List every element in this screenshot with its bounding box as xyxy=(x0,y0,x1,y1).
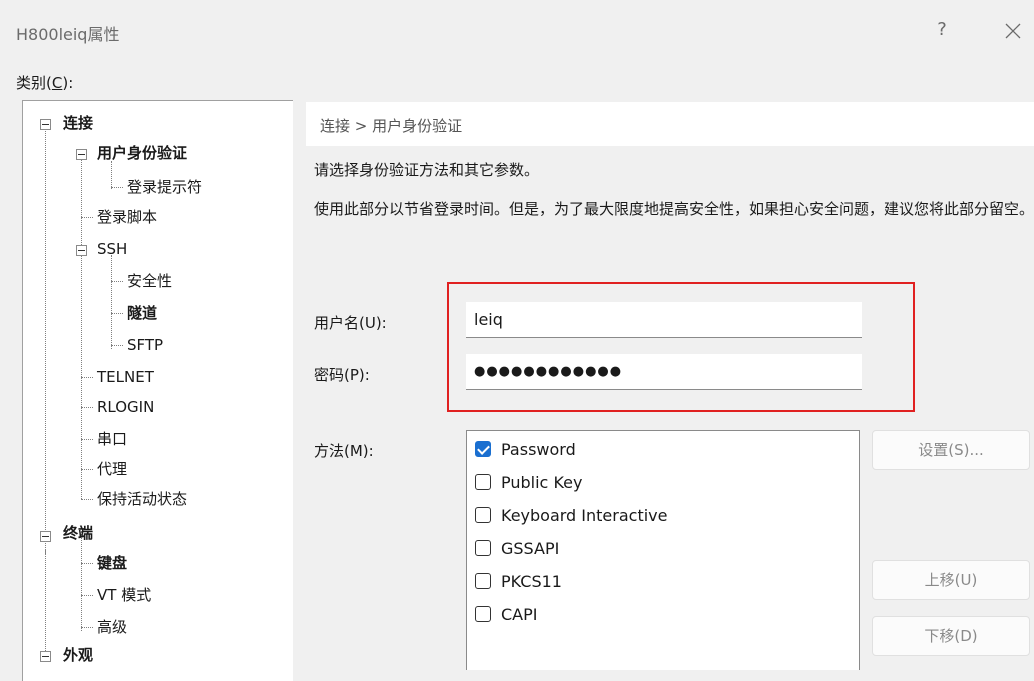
method-label-pkcs11: PKCS11 xyxy=(501,571,562,591)
expand-icon[interactable] xyxy=(40,651,51,662)
tree-item-keep-alive[interactable]: 保持活动状态 xyxy=(97,489,187,509)
tree-connector xyxy=(81,563,93,564)
checkbox-icon[interactable] xyxy=(475,540,491,556)
password-label: 密码(P): xyxy=(314,366,370,384)
tree-item-sftp[interactable]: SFTP xyxy=(127,335,163,355)
tree-item-login-prompt[interactable]: 登录提示符 xyxy=(127,177,202,197)
tree-connector xyxy=(81,469,93,470)
method-item-pkcs11[interactable]: PKCS11 xyxy=(475,569,562,593)
method-label-password: Password xyxy=(501,439,576,459)
breadcrumb: 连接 > 用户身份验证 xyxy=(320,117,463,135)
tree-connector xyxy=(81,627,93,628)
title-bar: H800leiq属性 ? xyxy=(0,0,1034,56)
highlight-annotation xyxy=(447,282,915,412)
tree-guide xyxy=(111,255,112,349)
settings-button[interactable]: 设置(S)... xyxy=(872,430,1030,470)
move-up-button[interactable]: 上移(U) xyxy=(872,560,1030,600)
collapse-icon[interactable] xyxy=(76,149,87,160)
tree-connector xyxy=(111,281,123,282)
tree-item-security[interactable]: 安全性 xyxy=(127,271,172,291)
tree-item-connection[interactable]: 连接 xyxy=(63,113,93,133)
checkbox-icon[interactable] xyxy=(475,474,491,490)
method-label-gssapi: GSSAPI xyxy=(501,538,560,558)
username-label: 用户名(U): xyxy=(314,314,387,332)
tree-connector xyxy=(81,217,93,218)
tree-guide xyxy=(81,159,82,499)
category-label: 类别(C): xyxy=(16,74,74,92)
tree-item-terminal[interactable]: 终端 xyxy=(63,523,93,543)
description-secondary: 使用此部分以节省登录时间。但是，为了最大限度地提高安全性，如果担心安全问题，建议… xyxy=(314,200,1034,218)
tree-item-rlogin[interactable]: RLOGIN xyxy=(97,397,154,417)
tree-connector xyxy=(81,377,93,378)
checkbox-icon[interactable] xyxy=(475,507,491,523)
checkbox-icon[interactable] xyxy=(475,606,491,622)
tree-item-user-auth[interactable]: 用户身份验证 xyxy=(97,143,187,163)
tree-item-tunnel[interactable]: 隧道 xyxy=(127,303,157,323)
tree-guide xyxy=(111,161,112,189)
tree-guide xyxy=(45,549,46,659)
tree-connector xyxy=(111,313,123,314)
tree-connector xyxy=(81,499,93,500)
close-icon xyxy=(1005,23,1021,39)
tree-item-telnet[interactable]: TELNET xyxy=(97,367,154,387)
method-item-capi[interactable]: CAPI xyxy=(475,602,537,626)
tree-item-vt-mode[interactable]: VT 模式 xyxy=(97,585,151,605)
tree-connector xyxy=(81,439,93,440)
category-tree[interactable]: 连接 用户身份验证 登录提示符 登录脚本 SSH 安全性 隧道 SFTP TEL… xyxy=(22,100,293,681)
method-item-gssapi[interactable]: GSSAPI xyxy=(475,536,559,560)
tree-item-advanced[interactable]: 高级 xyxy=(97,617,127,637)
description-primary: 请选择身份验证方法和其它参数。 xyxy=(314,161,540,179)
tree-item-proxy[interactable]: 代理 xyxy=(97,459,127,479)
method-item-keyboard-interactive[interactable]: Keyboard Interactive xyxy=(475,503,667,527)
tree-guide xyxy=(45,129,46,554)
collapse-icon[interactable] xyxy=(76,245,87,256)
help-button[interactable]: ? xyxy=(930,18,954,42)
method-label-capi: CAPI xyxy=(501,604,538,624)
method-item-public-key[interactable]: Public Key xyxy=(475,470,582,494)
method-label-keyboard-interactive: Keyboard Interactive xyxy=(501,505,668,525)
close-button[interactable] xyxy=(1000,18,1026,44)
method-item-password[interactable]: Password xyxy=(475,437,576,461)
tree-item-ssh[interactable]: SSH xyxy=(97,239,127,259)
method-label: 方法(M): xyxy=(314,442,374,460)
checkbox-icon[interactable] xyxy=(475,573,491,589)
tree-connector xyxy=(111,345,123,346)
window-title: H800leiq属性 xyxy=(16,25,120,44)
collapse-icon[interactable] xyxy=(40,119,51,130)
tree-guide xyxy=(81,531,82,631)
tree-connector xyxy=(81,595,93,596)
section-header: 连接 > 用户身份验证 xyxy=(306,102,1034,146)
method-label-public-key: Public Key xyxy=(501,472,583,492)
collapse-icon[interactable] xyxy=(40,531,51,542)
move-down-button[interactable]: 下移(D) xyxy=(872,616,1030,656)
tree-connector xyxy=(81,407,93,408)
method-list[interactable]: Password Public Key Keyboard Interactive… xyxy=(466,430,860,670)
tree-item-login-script[interactable]: 登录脚本 xyxy=(97,207,157,227)
tree-connector xyxy=(111,187,123,188)
tree-item-serial[interactable]: 串口 xyxy=(97,429,127,449)
tree-item-keyboard[interactable]: 键盘 xyxy=(97,553,127,573)
checkbox-checked-icon[interactable] xyxy=(475,441,491,457)
tree-item-appearance[interactable]: 外观 xyxy=(63,645,93,665)
